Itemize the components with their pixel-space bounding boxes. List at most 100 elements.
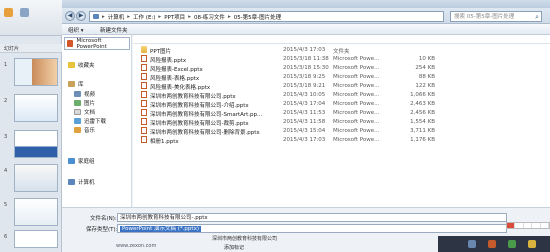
file-size: 1,176 KB bbox=[410, 136, 435, 143]
nav-label: 家庭组 bbox=[78, 159, 95, 165]
search-placeholder: 搜索 05-第5章-图片处理 bbox=[454, 14, 515, 20]
nav-label: 迅雷下载 bbox=[84, 119, 107, 125]
file-date: 2015/4/3 11:53 bbox=[283, 109, 326, 116]
breadcrumb-item[interactable]: 08-练习文件 bbox=[194, 13, 225, 21]
author-value[interactable]: 深圳市两创教育科技有限公司 bbox=[212, 235, 277, 242]
taskbar-app-icon[interactable] bbox=[488, 240, 496, 248]
slide-thumbnail[interactable] bbox=[14, 198, 58, 226]
taskbar-app-icon[interactable] bbox=[528, 240, 536, 248]
download-icon bbox=[74, 118, 81, 124]
search-icon[interactable]: ⌕ bbox=[535, 12, 539, 22]
slide-number: 4 bbox=[4, 168, 8, 174]
slide-thumbnail[interactable] bbox=[14, 94, 58, 122]
nav-item-homegroup[interactable]: 家庭组 bbox=[68, 157, 95, 165]
filetype-label: 保存类型(T): bbox=[86, 227, 118, 233]
pptx-file-icon bbox=[141, 109, 147, 116]
ime-icon[interactable] bbox=[507, 223, 516, 228]
file-row[interactable]: 风险报表-表格.pptx 2015/3/18 9:25 Microsoft Po… bbox=[133, 72, 550, 82]
organize-button[interactable]: 组织 ▾ bbox=[68, 26, 84, 34]
filename-input[interactable]: 深圳市两创教育科技有限公司-.pptx bbox=[117, 213, 507, 222]
file-date: 2015/3/18 11:38 bbox=[283, 55, 329, 62]
file-type: Microsoft Powe... bbox=[333, 100, 380, 107]
navigation-pane: 收藏夹 库 视频 图片 文档 迅雷下载 音乐 家庭组 计算机 bbox=[62, 35, 132, 207]
file-size: 122 KB bbox=[415, 82, 435, 89]
nav-item-computer[interactable]: 计算机 bbox=[68, 178, 95, 186]
file-size: 88 KB bbox=[418, 73, 435, 80]
file-row[interactable]: 深圳市两创教育科技有限公司.pptx 2015/4/3 10:05 Micros… bbox=[133, 90, 550, 100]
nav-item-thunder[interactable]: 迅雷下载 bbox=[74, 117, 106, 125]
address-field[interactable]: ▸ 计算机 ▸ 工作 (E:) ▸ PPT项目 ▸ 08-练习文件 ▸ 05-第… bbox=[89, 11, 444, 22]
ime-icon[interactable] bbox=[515, 223, 524, 228]
file-date: 2015/3/18 15:30 bbox=[283, 64, 329, 71]
taskbar-app-icon[interactable] bbox=[468, 240, 476, 248]
filename-label: 文件名(N): bbox=[90, 216, 117, 222]
file-size: 2,463 KB bbox=[410, 100, 435, 107]
nav-item-favorites[interactable]: 收藏夹 bbox=[68, 61, 95, 69]
nav-item-video[interactable]: 视频 bbox=[74, 90, 95, 98]
file-size: 1,066 KB bbox=[410, 91, 435, 98]
file-type: Microsoft Powe... bbox=[333, 118, 380, 125]
computer-icon bbox=[93, 14, 99, 19]
new-slide-icon[interactable] bbox=[4, 8, 13, 17]
back-icon[interactable]: ◀ bbox=[65, 11, 75, 21]
file-row[interactable]: 深圳市两创教育科技有限公司-删除背景.pptx 2015/4/3 15:04 M… bbox=[133, 126, 550, 136]
nav-item-pictures[interactable]: 图片 bbox=[74, 99, 95, 107]
taskbar bbox=[438, 236, 550, 252]
slide-number: 5 bbox=[4, 202, 8, 208]
folder-icon bbox=[141, 46, 147, 53]
ime-icon[interactable] bbox=[532, 223, 541, 228]
ime-icon[interactable] bbox=[524, 223, 533, 228]
file-row[interactable]: 深圳市两创教育科技有限公司-裁剪.pptx 2015/4/3 11:58 Mic… bbox=[133, 117, 550, 127]
breadcrumb-item[interactable]: 计算机 bbox=[108, 13, 125, 21]
nav-item-documents[interactable]: 文档 bbox=[74, 108, 95, 116]
documents-icon bbox=[74, 109, 81, 115]
ime-toolbar[interactable] bbox=[506, 222, 550, 229]
tab-slides[interactable]: 幻灯片 bbox=[4, 45, 19, 52]
nav-label: 计算机 bbox=[78, 180, 95, 186]
file-type: Microsoft Powe... bbox=[333, 82, 380, 89]
slide-thumbnail[interactable] bbox=[14, 58, 58, 86]
nav-label: 库 bbox=[78, 82, 84, 88]
search-input[interactable]: 搜索 05-第5章-图片处理 ⌕ bbox=[450, 11, 542, 22]
file-size: 254 KB bbox=[415, 64, 435, 71]
dialog-titlebar bbox=[62, 0, 550, 8]
file-row[interactable]: 相册1.pptx 2015/4/3 17:03 Microsoft Powe..… bbox=[133, 135, 550, 145]
file-row[interactable]: 深圳市两创教育科技有限公司-介绍.pptx 2015/4/3 17:04 Mic… bbox=[133, 99, 550, 109]
file-size: 10 KB bbox=[418, 55, 435, 62]
file-row[interactable]: PPT图片 2015/4/3 17:03 文件夹 bbox=[133, 45, 550, 55]
powerpoint-window: 幻灯片 1 2 3 4 5 6 bbox=[0, 0, 62, 252]
file-name: 相册1.pptx bbox=[150, 138, 179, 145]
file-type: Microsoft Powe... bbox=[333, 55, 380, 62]
file-row[interactable]: 深圳市两创教育科技有限公司-SmartArt.pp... 2015/4/3 11… bbox=[133, 108, 550, 118]
slide-number: 1 bbox=[4, 62, 8, 68]
tags-field[interactable]: 添加标记 bbox=[224, 244, 244, 251]
file-date: 2015/4/3 17:04 bbox=[283, 100, 326, 107]
layout-icon[interactable] bbox=[20, 8, 29, 17]
nav-item-library[interactable]: 库 bbox=[68, 80, 84, 88]
slide-thumbnail[interactable] bbox=[14, 230, 58, 248]
taskbar-app-icon[interactable] bbox=[508, 240, 516, 248]
file-date: 2015/4/3 17:03 bbox=[283, 46, 326, 53]
breadcrumb-item[interactable]: 05-第5章-图片处理 bbox=[234, 13, 281, 21]
pptx-file-icon bbox=[141, 64, 147, 71]
forward-icon[interactable]: ▶ bbox=[76, 11, 86, 21]
column-header bbox=[133, 35, 550, 44]
file-row[interactable]: 风险报表-Excel.pptx 2015/3/18 15:30 Microsof… bbox=[133, 63, 550, 73]
nav-item-powerpoint[interactable]: Microsoft PowerPoint bbox=[64, 37, 130, 50]
save-as-dialog: ◀ ▶ ▸ 计算机 ▸ 工作 (E:) ▸ PPT项目 ▸ 08-练习文件 ▸ … bbox=[62, 0, 550, 252]
new-folder-button[interactable]: 新建文件夹 bbox=[100, 26, 128, 34]
nav-item-music[interactable]: 音乐 bbox=[74, 126, 95, 134]
slide-thumbnail[interactable] bbox=[14, 164, 58, 192]
breadcrumb-item[interactable]: 工作 (E:) bbox=[133, 13, 155, 21]
ime-icon[interactable] bbox=[541, 223, 550, 228]
file-row[interactable]: 风险报表-美化表格.pptx 2015/3/18 9:21 Microsoft … bbox=[133, 81, 550, 91]
file-row[interactable]: 风险报表.pptx 2015/3/18 11:38 Microsoft Powe… bbox=[133, 54, 550, 64]
pptx-file-icon bbox=[141, 91, 147, 98]
file-date: 2015/4/3 10:05 bbox=[283, 91, 326, 98]
slide-thumbnail[interactable] bbox=[14, 130, 58, 158]
address-bar-area: ◀ ▶ ▸ 计算机 ▸ 工作 (E:) ▸ PPT项目 ▸ 08-练习文件 ▸ … bbox=[62, 8, 550, 24]
file-size: 1,554 KB bbox=[410, 118, 435, 125]
outline-tabs: 幻灯片 bbox=[0, 44, 62, 53]
breadcrumb-item[interactable]: PPT项目 bbox=[164, 13, 185, 21]
filetype-select[interactable]: PowerPoint 演示文稿 (*.pptx) bbox=[117, 224, 507, 233]
